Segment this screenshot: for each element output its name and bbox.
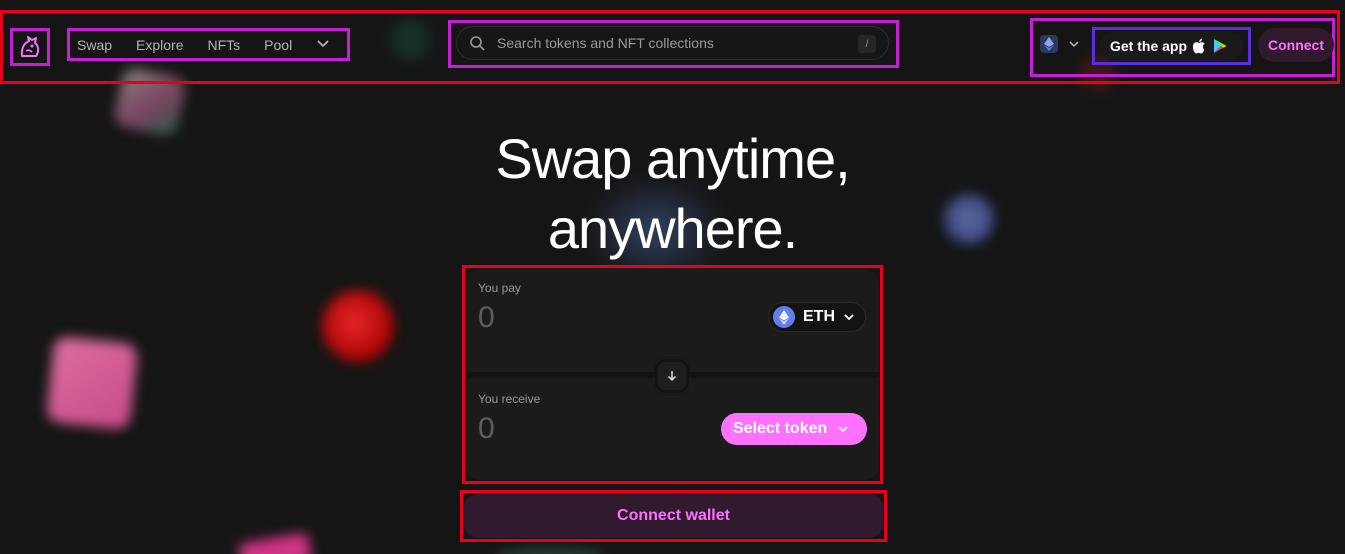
chevron-down-icon bbox=[838, 426, 848, 433]
uniswap-logo[interactable] bbox=[10, 28, 50, 66]
token-blob-decoration bbox=[237, 532, 313, 554]
swap-page: Swap Explore NFTs Pool / Get bbox=[0, 0, 1345, 554]
receive-label: You receive bbox=[478, 392, 541, 406]
unicorn-icon bbox=[20, 36, 40, 57]
apple-icon bbox=[1193, 38, 1205, 54]
get-app-label: Get the app bbox=[1110, 38, 1188, 54]
get-app-button[interactable]: Get the app bbox=[1100, 31, 1243, 61]
eth-token-icon bbox=[773, 306, 795, 328]
nav-link-nfts[interactable]: NFTs bbox=[208, 37, 241, 53]
search-input[interactable] bbox=[495, 34, 839, 52]
nav-link-pool[interactable]: Pool bbox=[264, 37, 292, 53]
nav-links: Swap Explore NFTs Pool bbox=[67, 28, 350, 61]
receive-amount-input[interactable]: 0 bbox=[478, 412, 495, 446]
chain-selector[interactable] bbox=[1040, 35, 1080, 53]
token-blob-decoration bbox=[322, 290, 394, 362]
pay-label: You pay bbox=[478, 281, 521, 295]
ethereum-icon bbox=[1040, 35, 1058, 53]
search-bar[interactable]: / bbox=[456, 26, 889, 60]
switch-direction-button[interactable] bbox=[655, 359, 689, 393]
select-token-button[interactable]: Select token bbox=[721, 413, 867, 445]
connect-button[interactable]: Connect bbox=[1258, 28, 1334, 62]
hero-title-line2: anywhere. bbox=[547, 197, 798, 260]
google-play-icon bbox=[1214, 39, 1227, 53]
connect-wallet-button[interactable]: Connect wallet bbox=[464, 494, 883, 538]
chevron-down-icon bbox=[317, 40, 329, 48]
nav-link-swap[interactable]: Swap bbox=[77, 37, 112, 53]
search-shortcut-badge: / bbox=[858, 35, 876, 53]
nav-link-explore[interactable]: Explore bbox=[136, 37, 183, 53]
chevron-down-icon bbox=[1069, 41, 1079, 48]
chevron-down-icon bbox=[844, 314, 854, 321]
search-icon bbox=[470, 36, 485, 51]
arrow-down-icon bbox=[667, 371, 677, 382]
token-blob-decoration bbox=[45, 335, 139, 431]
pay-amount-input[interactable]: 0 bbox=[478, 301, 495, 335]
pay-token-selector[interactable]: ETH bbox=[768, 302, 866, 332]
select-token-label: Select token bbox=[733, 420, 828, 437]
bottom-glow bbox=[495, 548, 605, 554]
more-menu-button[interactable] bbox=[316, 36, 330, 53]
hero-title-line1: Swap anytime, bbox=[495, 127, 850, 190]
pay-token-symbol: ETH bbox=[803, 308, 835, 325]
